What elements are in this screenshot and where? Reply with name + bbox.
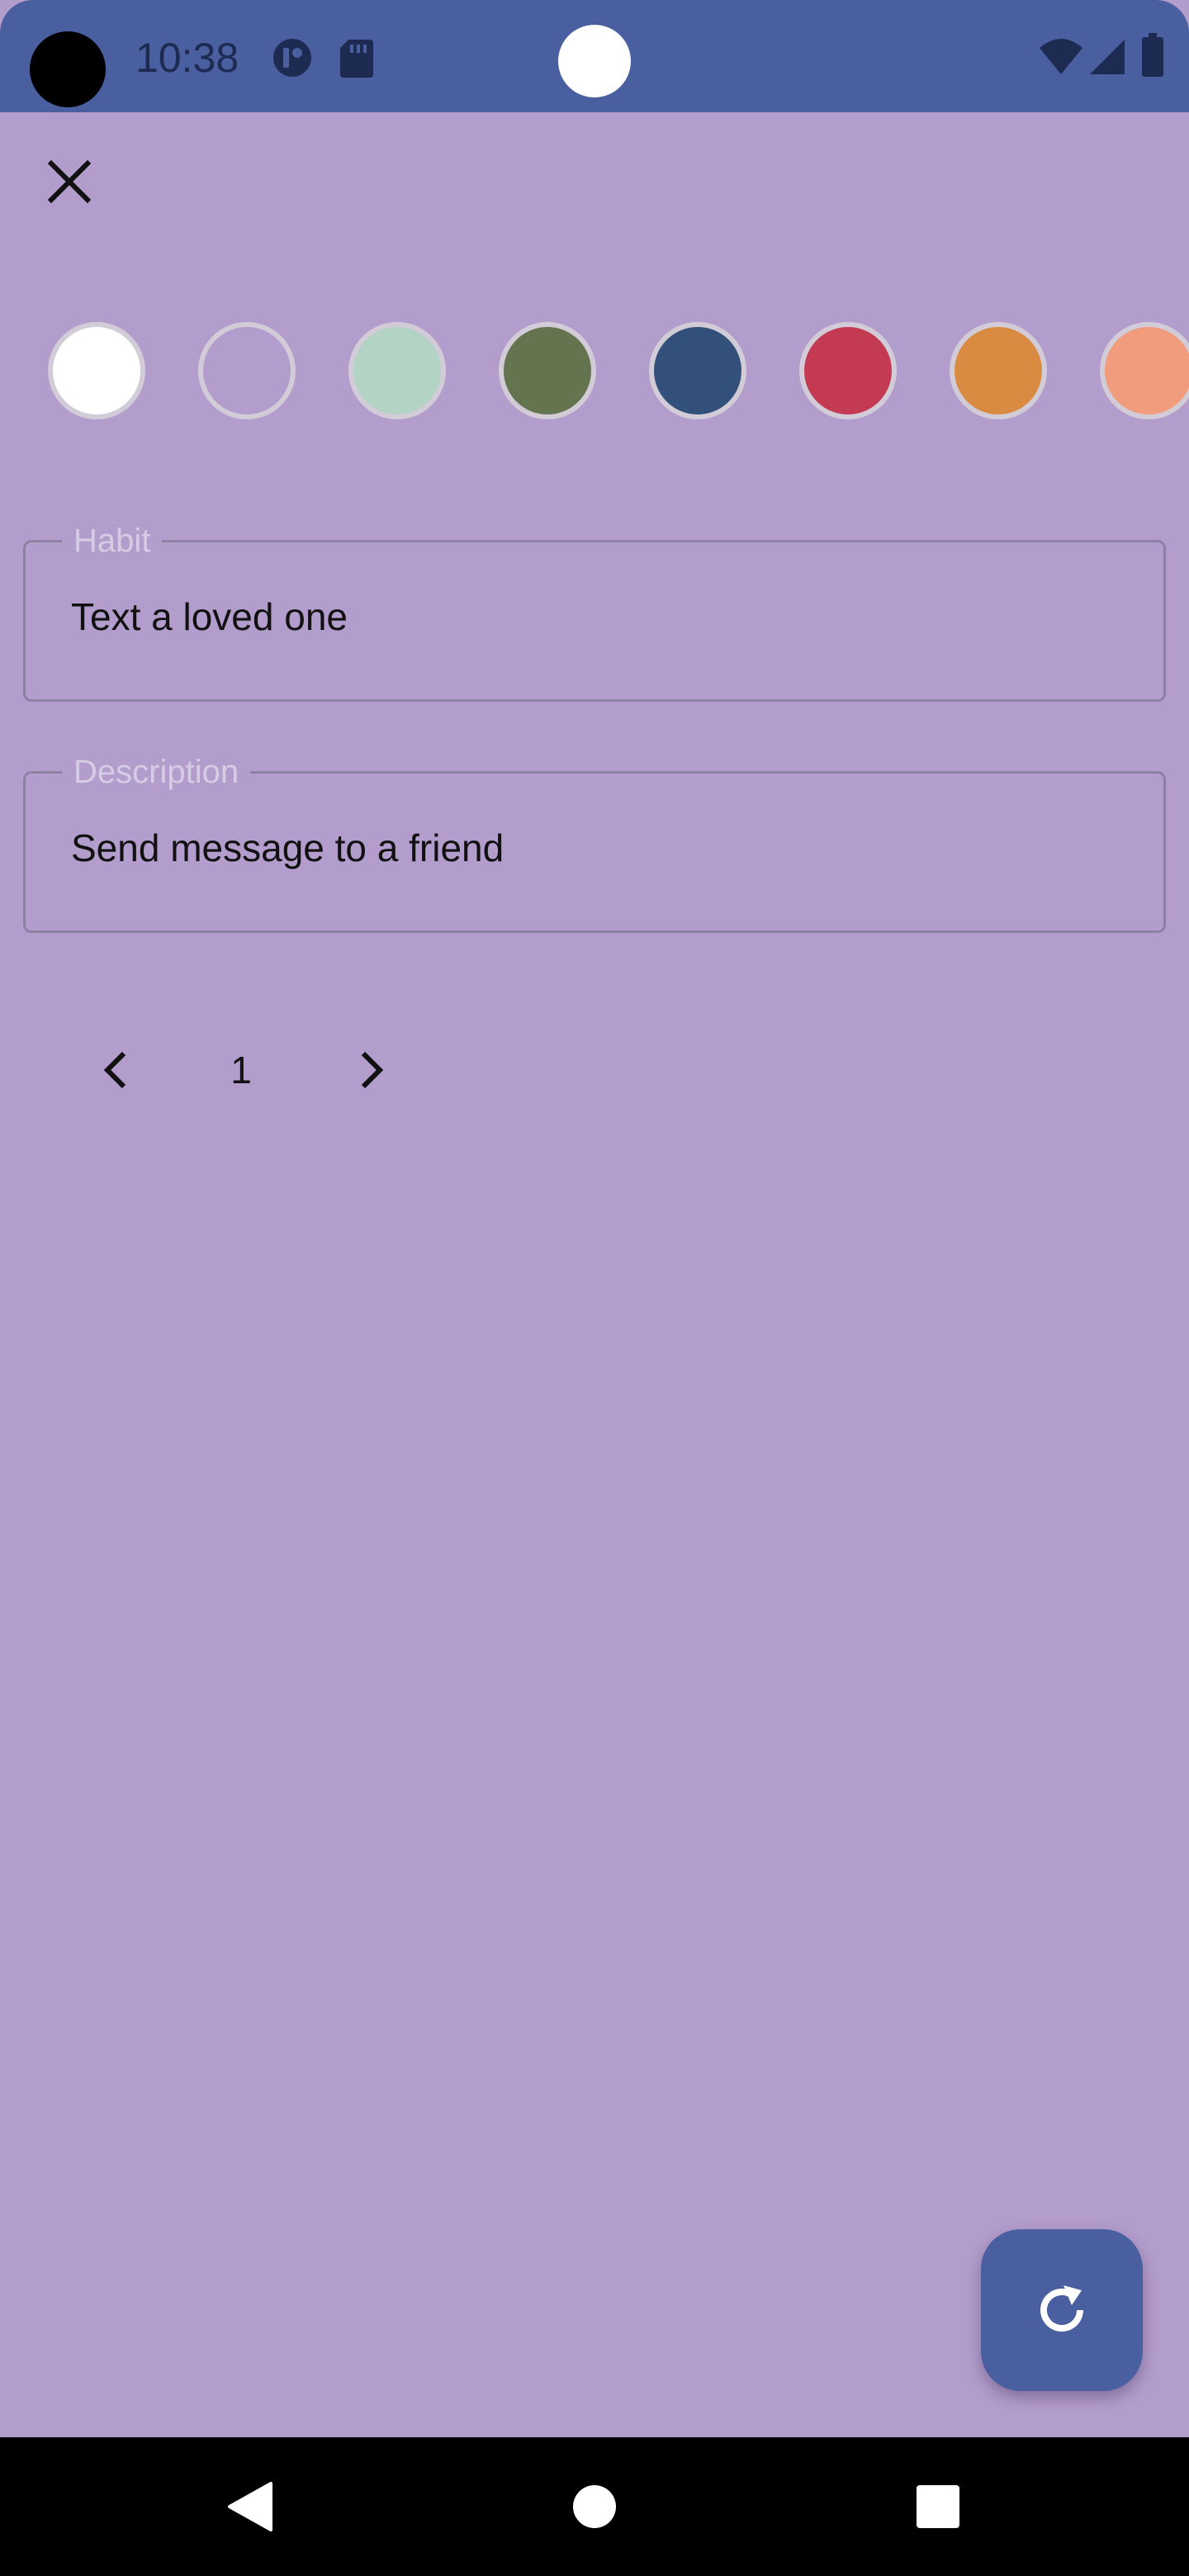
recents-icon	[917, 2485, 959, 2528]
app-notification-icon	[271, 36, 314, 83]
navigation-bar	[0, 2437, 1189, 2576]
color-swatch-lavender[interactable]	[198, 322, 296, 419]
description-field[interactable]: Description Send message to a friend	[23, 752, 1166, 933]
color-swatch-olive[interactable]	[499, 322, 596, 419]
recents-button[interactable]	[905, 2474, 971, 2540]
close-button[interactable]	[33, 145, 106, 218]
chevron-left-icon	[103, 1051, 126, 1089]
home-button[interactable]	[561, 2474, 628, 2540]
color-picker-row	[0, 317, 1189, 429]
habit-field[interactable]: Habit Text a loved one	[23, 521, 1166, 702]
refresh-icon	[1040, 2285, 1083, 2332]
previous-page-button[interactable]	[83, 1037, 149, 1103]
next-page-button[interactable]	[339, 1037, 405, 1103]
back-button[interactable]	[216, 2474, 282, 2540]
color-swatch-navy[interactable]	[649, 322, 746, 419]
page-number: 1	[230, 1049, 252, 1091]
refresh-fab[interactable]	[981, 2229, 1143, 2391]
status-time: 10:38	[135, 35, 239, 81]
description-input[interactable]: Send message to a friend	[71, 823, 504, 873]
color-swatch-mint[interactable]	[348, 322, 446, 419]
camera-hole	[30, 31, 106, 107]
wifi-icon	[1039, 38, 1083, 80]
color-swatch-white[interactable]	[48, 322, 145, 419]
habit-field-label: Habit	[62, 521, 163, 561]
color-swatch-peach[interactable]	[1100, 322, 1189, 419]
habit-input[interactable]: Text a loved one	[71, 592, 348, 642]
color-swatch-orange[interactable]	[950, 322, 1047, 419]
chevron-right-icon	[361, 1051, 384, 1089]
signal-icon	[1088, 38, 1126, 80]
close-icon	[47, 159, 92, 204]
description-field-label: Description	[62, 752, 251, 792]
back-icon	[228, 2482, 272, 2531]
sd-card-icon	[339, 36, 375, 83]
battery-icon	[1141, 33, 1164, 82]
color-swatch-red[interactable]	[799, 322, 897, 419]
notification-dot	[558, 25, 631, 97]
home-icon	[573, 2485, 616, 2528]
